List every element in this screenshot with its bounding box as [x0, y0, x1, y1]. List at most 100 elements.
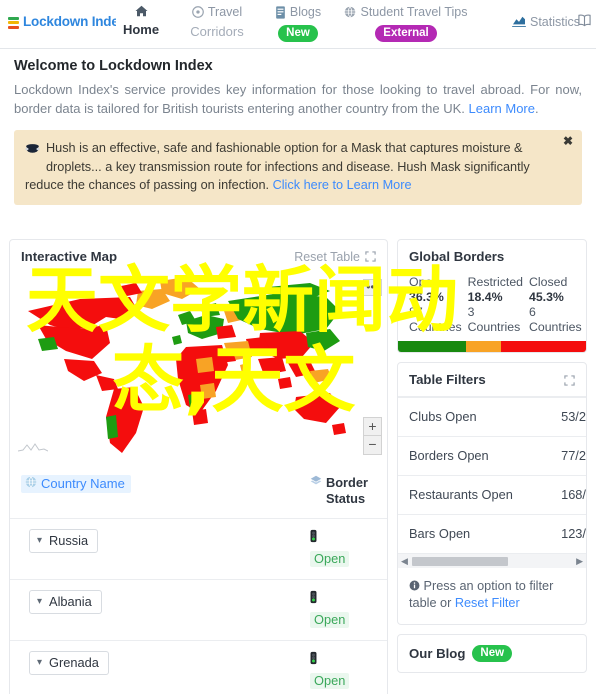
scrollbar-thumb[interactable]	[411, 556, 508, 566]
table-filters-card: Table Filters Clubs Open 53/2 Borders Op…	[397, 362, 587, 625]
reset-table-button[interactable]: Reset Table	[294, 250, 376, 264]
new-badge: New	[472, 645, 513, 663]
stat-pct: 18.4%	[467, 290, 503, 304]
blog-icon	[275, 5, 286, 19]
status-cell: Open	[299, 518, 387, 580]
country-expand-button[interactable]: ▾ Albania	[29, 590, 102, 614]
right-column: Global Borders Open 36.3% 87 Countries R…	[397, 239, 587, 674]
country-table: Country Name Border Status ▾ Russia Open…	[10, 467, 387, 694]
border-status-header-label: Border Status	[326, 475, 368, 506]
left-column: Interactive Map Reset Table ••• + − Coun…	[9, 239, 388, 694]
world-map[interactable]: ••• + −	[10, 273, 387, 467]
nav-statistics-label: Statistics	[529, 15, 580, 29]
global-borders-stat-restricted: Restricted 18.4% 3 Countries	[468, 275, 523, 335]
country-expand-button[interactable]: ▾ Russia	[29, 529, 99, 553]
brand-logo-link[interactable]: Lockdown Inde	[8, 14, 116, 29]
nav-blogs-label: Blogs	[289, 5, 322, 19]
status-badge: Open	[310, 551, 350, 567]
filter-row-borders-open[interactable]: Borders Open 77/2	[398, 436, 586, 476]
filter-value: 53/2	[550, 397, 586, 437]
scroll-right-arrow-icon[interactable]: ▶	[576, 556, 583, 567]
chevron-down-icon: ▾	[37, 595, 43, 607]
nav-item-statistics[interactable]: Statistics	[512, 14, 592, 30]
expand-icon[interactable]	[564, 374, 575, 386]
filter-label: Borders Open	[398, 436, 551, 476]
filter-label: Bars Open	[398, 514, 551, 553]
nav-item-travel-corridors[interactable]: Travel Corridors	[174, 5, 260, 39]
filter-hint: Press an option to filter table or Reset…	[398, 568, 586, 624]
stat-count: 3	[467, 305, 475, 319]
expand-icon	[365, 251, 376, 262]
bar-segment-open	[398, 341, 467, 352]
table-row[interactable]: ▾ Grenada Open	[10, 640, 387, 694]
reset-filter-link[interactable]: Reset Filter	[455, 596, 520, 610]
global-borders-title: Global Borders	[409, 249, 505, 264]
chevron-down-icon: ▾	[37, 656, 43, 668]
globe-icon	[344, 6, 356, 18]
status-cell: Open	[299, 640, 387, 694]
reset-table-label: Reset Table	[294, 249, 360, 264]
filter-row-restaurants-open[interactable]: Restaurants Open 168/	[398, 475, 586, 515]
close-icon[interactable]: ✖	[563, 135, 573, 147]
nav-item-home-label: Home	[122, 22, 160, 37]
traffic-light-icon	[310, 529, 317, 547]
scroll-left-arrow-icon[interactable]: ◀	[401, 556, 408, 567]
country-cell: ▾ Russia	[10, 518, 299, 580]
global-borders-card: Global Borders Open 36.3% 87 Countries R…	[397, 239, 587, 353]
stat-count: 87	[409, 305, 423, 319]
brand-title: Lockdown Inde	[23, 14, 116, 29]
promo-alert: Hush is an effective, safe and fashionab…	[14, 130, 582, 205]
filter-row-clubs-open[interactable]: Clubs Open 53/2	[398, 397, 586, 437]
map-zoom-in-button[interactable]: +	[363, 417, 382, 436]
our-blog-title: Our Blog	[409, 646, 466, 662]
welcome-body-end: .	[534, 100, 539, 116]
nav-item-student-travel-tips[interactable]: Student Travel Tips External	[336, 5, 476, 43]
global-borders-stat-closed: Closed 45.3% 6 Countries	[529, 275, 582, 335]
global-borders-header: Global Borders	[398, 240, 586, 273]
learn-more-link[interactable]: Learn More	[469, 101, 535, 116]
border-status-header[interactable]: Border Status	[299, 467, 387, 519]
home-icon	[135, 5, 148, 17]
map-zoom-out-button[interactable]: −	[363, 436, 382, 455]
country-name-sort-link[interactable]: Country Name	[21, 475, 131, 493]
table-filters-scroll-area: Clubs Open 53/2 Borders Open 77/2 Restau…	[398, 397, 586, 553]
country-name-header-label: Country Name	[41, 476, 125, 491]
stat-label: Restricted	[467, 275, 523, 289]
stat-unit: Countries	[529, 320, 582, 334]
bar-segment-restricted	[466, 341, 501, 352]
chevron-down-icon: ▾	[37, 534, 43, 546]
status-badge: Open	[310, 673, 350, 689]
status-badge: Open	[310, 612, 350, 628]
filter-row-bars-open[interactable]: Bars Open 123/	[398, 514, 586, 553]
our-blog-card: Our Blog New	[397, 634, 587, 674]
table-filters-header: Table Filters	[398, 363, 586, 397]
filter-value: 168/	[550, 475, 586, 515]
welcome-paragraph: Lockdown Index's service provides key in…	[14, 81, 582, 118]
nav-item-blogs[interactable]: Blogs New	[260, 5, 336, 43]
stat-count: 6	[529, 305, 536, 319]
lockdown-bars-icon	[8, 16, 19, 29]
country-label: Albania	[49, 594, 92, 609]
table-row[interactable]: ▾ Albania Open	[10, 579, 387, 641]
stat-unit: Countries	[467, 320, 521, 334]
map-more-button[interactable]: •••	[363, 279, 382, 296]
top-navbar: Lockdown Inde Home Travel Corridors Blog…	[0, 0, 596, 49]
page-title: Welcome to Lockdown Index	[14, 58, 213, 74]
sparkline-icon	[17, 439, 49, 457]
interactive-map-title: Interactive Map	[21, 249, 118, 264]
interactive-map-card: Interactive Map Reset Table ••• + − Coun…	[9, 239, 388, 694]
country-cell: ▾ Grenada	[10, 640, 299, 694]
country-expand-button[interactable]: ▾ Grenada	[29, 651, 109, 675]
horizontal-scrollbar[interactable]: ◀ ▶	[398, 553, 586, 568]
nav-travel-label: Travel	[207, 5, 243, 19]
info-icon	[409, 579, 424, 593]
stat-label: Closed	[529, 275, 568, 289]
traffic-light-icon	[310, 590, 317, 608]
alert-link[interactable]: Click here to Learn More	[273, 178, 412, 192]
mask-icon	[25, 141, 40, 160]
table-header-row: Country Name Border Status	[10, 467, 387, 519]
table-row[interactable]: ▾ Russia Open	[10, 518, 387, 580]
book-icon	[577, 14, 592, 30]
nav-item-home[interactable]: Home	[108, 5, 174, 37]
nav-blogs-badge-wrap: New	[260, 24, 336, 43]
